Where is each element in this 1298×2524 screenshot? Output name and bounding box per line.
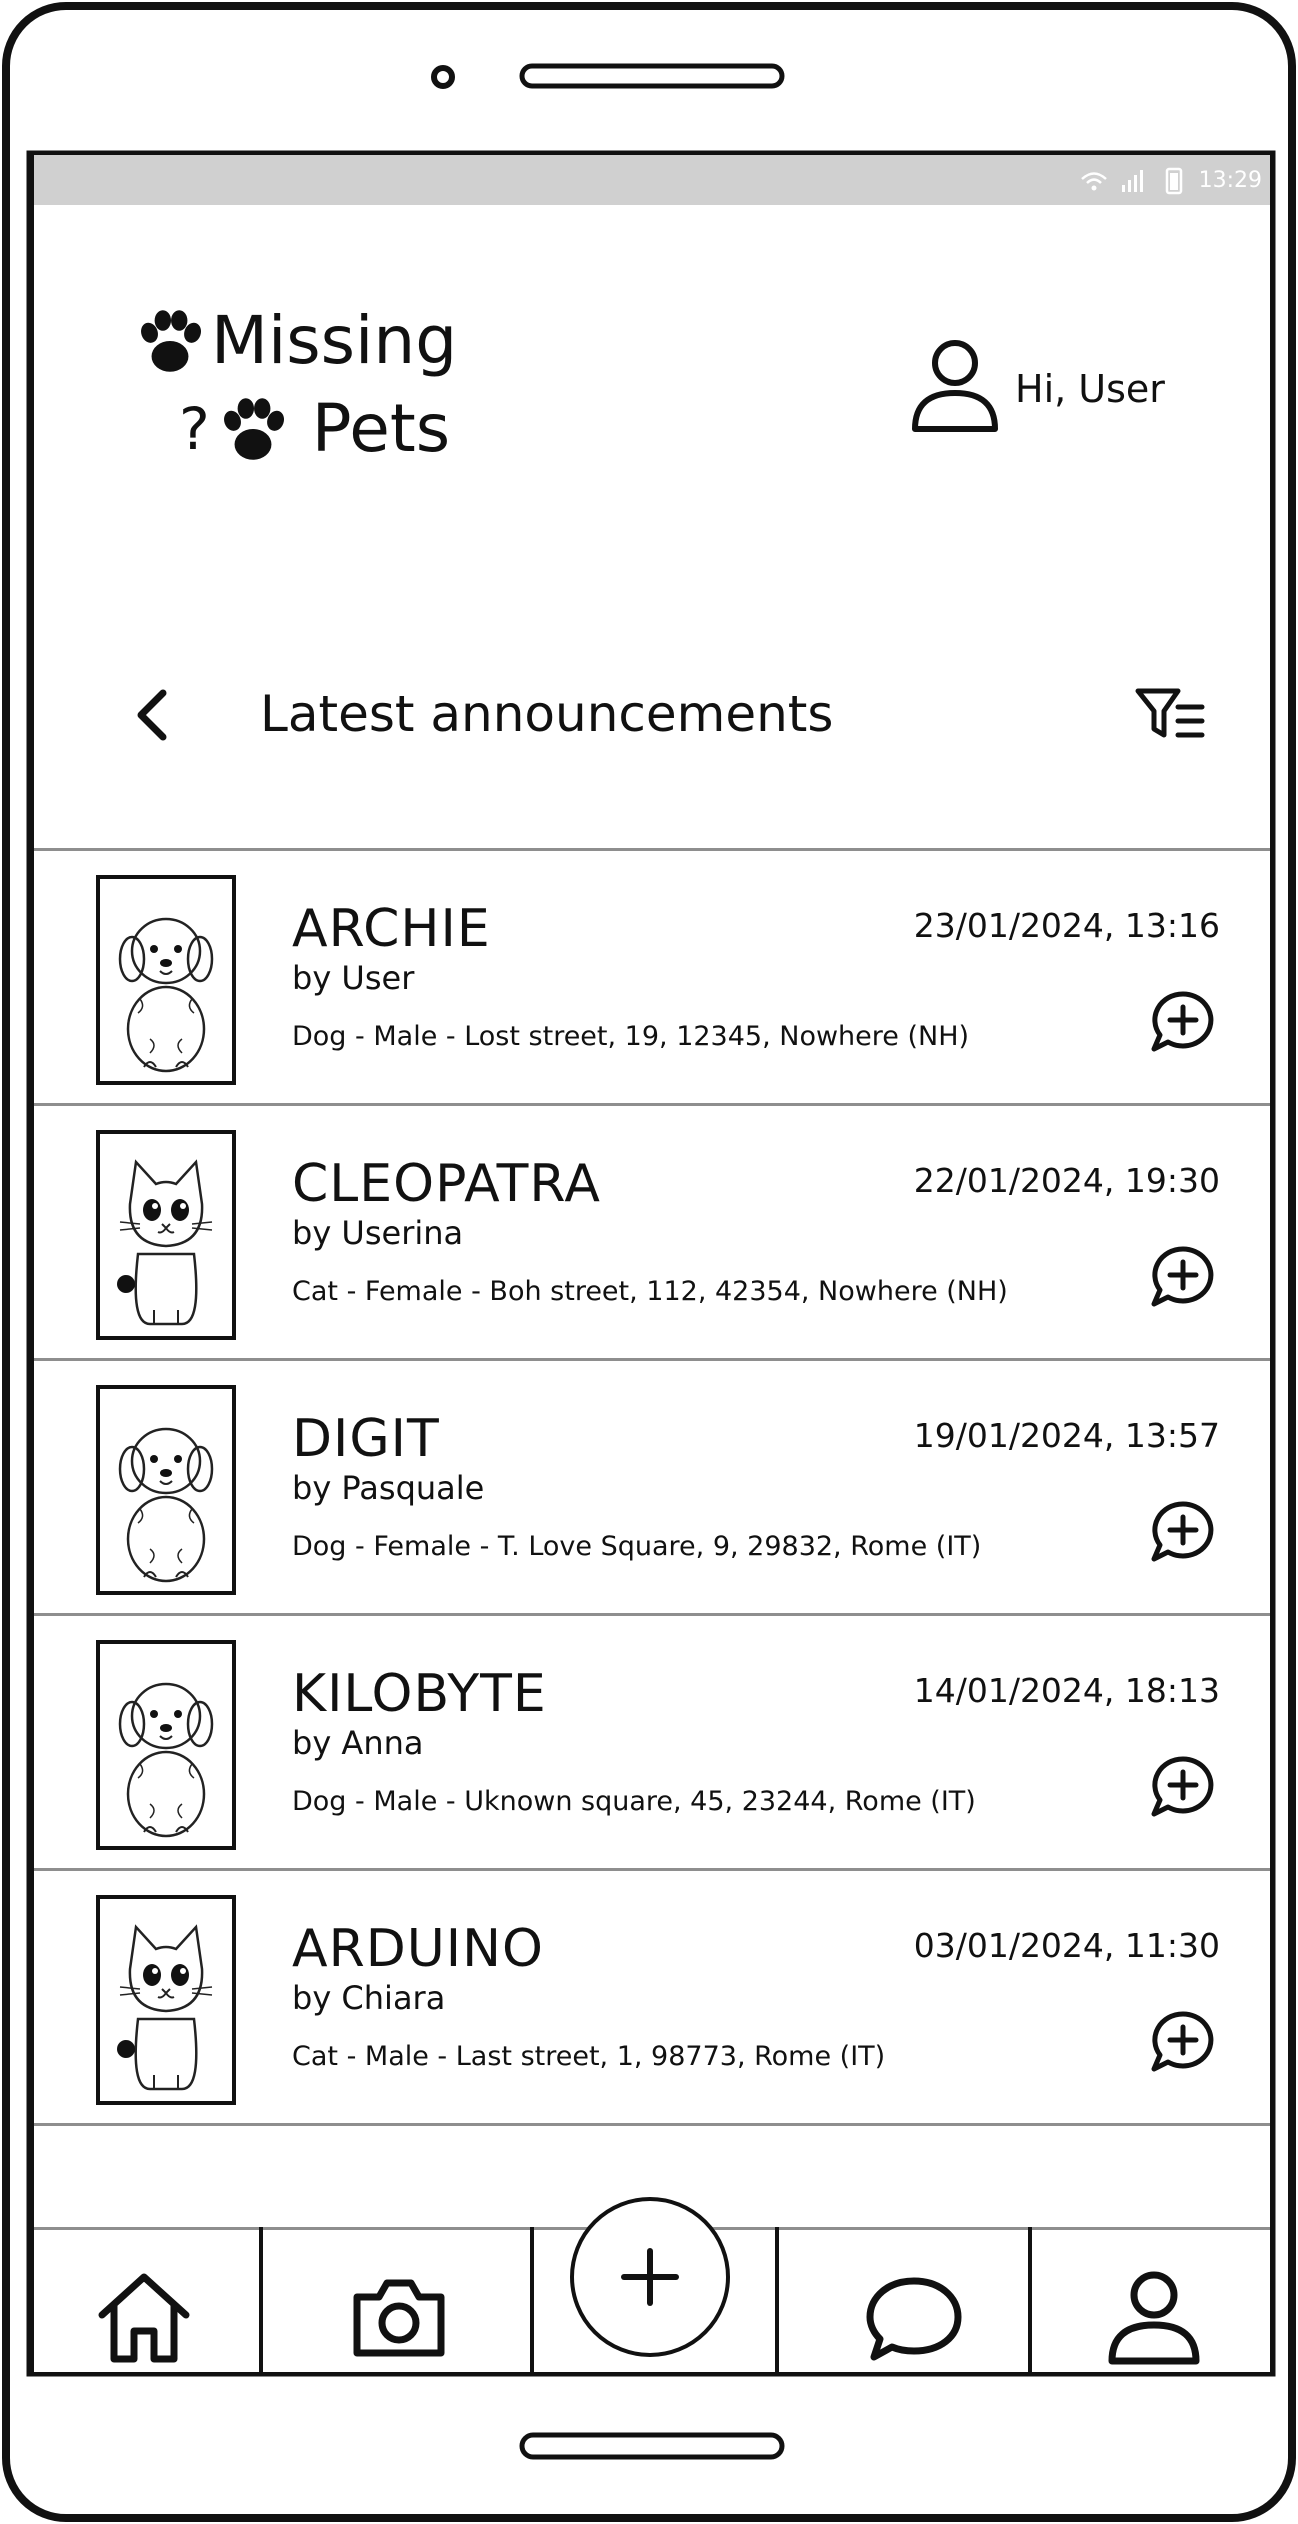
pet-details: Dog - Female - T. Love Square, 9, 29832,… bbox=[292, 1531, 982, 1562]
pet-name: ARCHIE bbox=[292, 899, 491, 959]
home-icon bbox=[98, 2273, 190, 2363]
profile-icon bbox=[1108, 2271, 1200, 2365]
pet-details: Cat - Male - Last street, 1, 98773, Rome… bbox=[292, 2041, 886, 2072]
page-title: Latest announcements bbox=[260, 685, 834, 743]
tab-camera[interactable] bbox=[339, 2267, 459, 2367]
tab-separator bbox=[775, 2227, 779, 2372]
back-chevron-icon[interactable] bbox=[129, 685, 177, 745]
pet-datetime: 14/01/2024, 18:13 bbox=[913, 1671, 1220, 1710]
pet-thumbnail bbox=[96, 1385, 236, 1595]
battery-icon bbox=[1165, 167, 1182, 195]
status-time: 13:29 bbox=[1198, 167, 1262, 193]
pet-datetime: 03/01/2024, 11:30 bbox=[913, 1926, 1220, 1965]
pet-thumbnail bbox=[96, 1640, 236, 1850]
logo-text-pets: Pets bbox=[311, 390, 451, 467]
app-logo: Missing ? Pets bbox=[129, 300, 549, 490]
add-comment-icon[interactable] bbox=[1148, 1499, 1218, 1565]
logo-text-missing: Missing bbox=[211, 302, 458, 379]
pet-name: DIGIT bbox=[292, 1409, 440, 1469]
dog-illustration bbox=[118, 917, 214, 1073]
user-greeting: Hi, User bbox=[1015, 367, 1165, 411]
announcement-item[interactable]: KILOBYTE by Anna Dog - Male - Uknown squ… bbox=[34, 1616, 1270, 1868]
announcement-item[interactable]: CLEOPATRA by Userina Cat - Female - Boh … bbox=[34, 1106, 1270, 1358]
tab-separator bbox=[530, 2227, 534, 2372]
title-row: Latest announcements bbox=[34, 655, 1270, 765]
pet-details: Dog - Male - Uknown square, 45, 23244, R… bbox=[292, 1786, 976, 1817]
tab-profile[interactable] bbox=[1094, 2267, 1214, 2367]
app-screen: 13:29 Missing ? Pets Hi, User Latest ann… bbox=[34, 155, 1270, 2372]
tab-separator bbox=[259, 2227, 263, 2372]
pet-datetime: 22/01/2024, 19:30 bbox=[913, 1161, 1220, 1200]
list-divider bbox=[34, 2123, 1270, 2126]
add-comment-icon[interactable] bbox=[1148, 1754, 1218, 1820]
pet-name: ARDUINO bbox=[292, 1919, 544, 1979]
camera-icon bbox=[353, 2279, 445, 2357]
tab-home[interactable] bbox=[84, 2267, 204, 2367]
pet-thumbnail bbox=[96, 1895, 236, 2105]
pet-author: by User bbox=[292, 959, 415, 997]
dog-illustration bbox=[118, 1682, 214, 1838]
chat-icon bbox=[866, 2277, 962, 2361]
plus-icon bbox=[621, 2248, 679, 2306]
announcement-item[interactable]: ARCHIE by User Dog - Male - Lost street,… bbox=[34, 851, 1270, 1103]
wifi-icon bbox=[1080, 172, 1107, 191]
announcement-list: ARCHIE by User Dog - Male - Lost street,… bbox=[34, 848, 1270, 2126]
pet-thumbnail bbox=[96, 1130, 236, 1340]
bottom-tab-bar bbox=[34, 2197, 1270, 2372]
paw-icon bbox=[223, 398, 284, 460]
tab-chat[interactable] bbox=[854, 2267, 974, 2367]
user-profile-button[interactable]: Hi, User bbox=[909, 335, 1165, 435]
pet-name: CLEOPATRA bbox=[292, 1154, 601, 1214]
filter-icon[interactable] bbox=[1134, 685, 1206, 745]
pet-author: by Chiara bbox=[292, 1979, 446, 2017]
status-bar: 13:29 bbox=[34, 155, 1270, 205]
announcement-item[interactable]: ARDUINO by Chiara Cat - Male - Last stre… bbox=[34, 1871, 1270, 2123]
cat-illustration bbox=[117, 1159, 213, 1326]
announcement-item[interactable]: DIGIT by Pasquale Dog - Female - T. Love… bbox=[34, 1361, 1270, 1613]
paw-icon bbox=[141, 310, 202, 372]
signal-icon bbox=[1121, 170, 1143, 192]
add-comment-icon[interactable] bbox=[1148, 989, 1218, 1055]
pet-details: Dog - Male - Lost street, 19, 12345, Now… bbox=[292, 1021, 970, 1052]
pet-thumbnail bbox=[96, 875, 236, 1085]
pet-name: KILOBYTE bbox=[292, 1664, 547, 1724]
tab-separator bbox=[1028, 2227, 1032, 2372]
cat-illustration bbox=[117, 1924, 213, 2091]
add-announcement-button[interactable] bbox=[570, 2197, 730, 2357]
pet-details: Cat - Female - Boh street, 112, 42354, N… bbox=[292, 1276, 1008, 1307]
add-comment-icon[interactable] bbox=[1148, 2009, 1218, 2075]
pet-author: by Userina bbox=[292, 1214, 464, 1252]
dog-illustration bbox=[118, 1427, 214, 1583]
pet-author: by Anna bbox=[292, 1724, 424, 1762]
logo-question-mark: ? bbox=[179, 395, 210, 463]
pet-datetime: 23/01/2024, 13:16 bbox=[913, 906, 1220, 945]
user-icon bbox=[912, 340, 998, 432]
pet-datetime: 19/01/2024, 13:57 bbox=[913, 1416, 1220, 1455]
pet-author: by Pasquale bbox=[292, 1469, 485, 1507]
add-comment-icon[interactable] bbox=[1148, 1244, 1218, 1310]
